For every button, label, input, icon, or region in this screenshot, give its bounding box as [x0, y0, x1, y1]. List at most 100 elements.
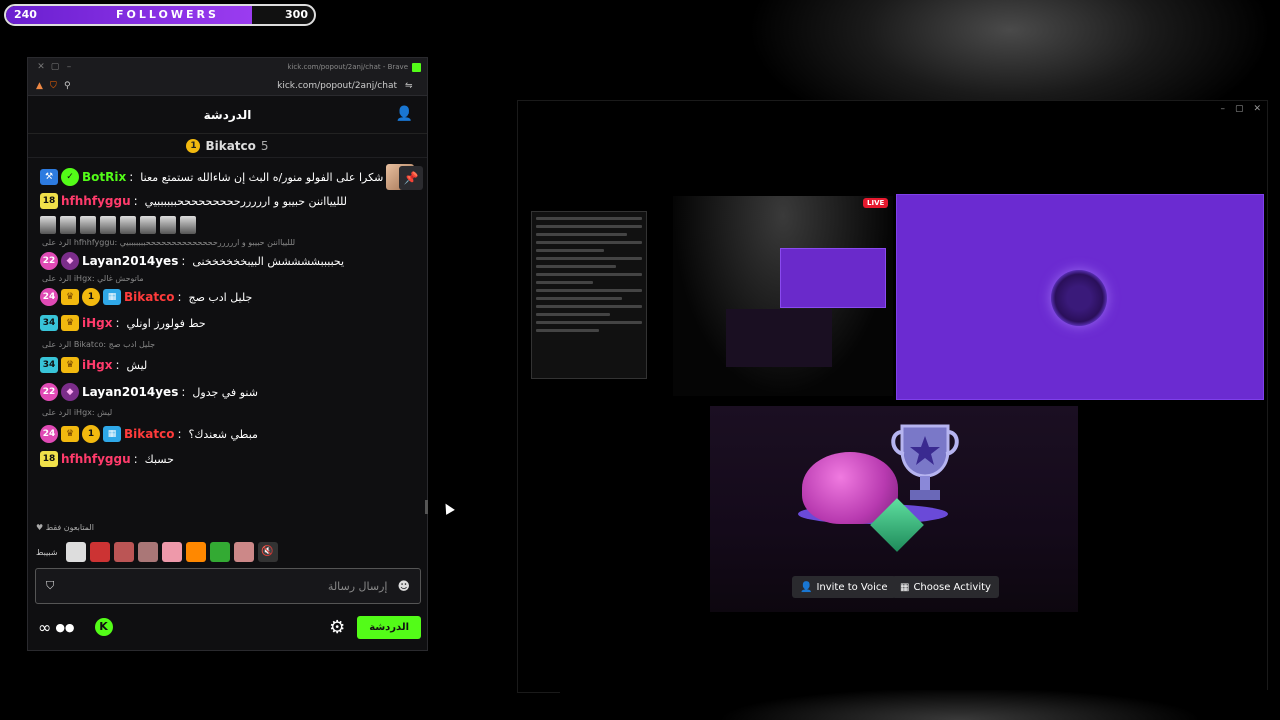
emote-icon[interactable] [161, 542, 182, 562]
infinity-icon[interactable]: ∞ [38, 618, 51, 637]
url-text[interactable]: kick.com/popout/2anj/chat [277, 81, 397, 91]
purple-logo-card [896, 194, 1264, 400]
chat-message[interactable]: 24 ♛ 1 ▦ Bikatco: جليل ادب صج [40, 286, 415, 308]
top-gifter-count: 5 [260, 138, 269, 153]
minimize-icon[interactable]: – [62, 62, 76, 72]
crown-badge-icon: ♛ [61, 357, 79, 373]
chat-input-placeholder: إرسال رسالة [327, 579, 388, 593]
brave-shield-icon[interactable]: ⛉ [50, 81, 64, 91]
maximize-icon[interactable]: ▢ [1235, 104, 1244, 114]
choose-activity-button[interactable]: ▦ Choose Activity [892, 576, 999, 598]
activity-card: 👤 Invite to Voice ▦ Choose Activity [710, 406, 1078, 612]
chat-message[interactable]: ⚒ ✓ BotRix: شكرا على الفولو منور/ه البث … [40, 164, 415, 190]
chat-message[interactable]: 34 ♛ iHgx: حط فولورز اونلي [40, 308, 415, 338]
kick-points-icon[interactable]: K [94, 618, 113, 636]
message-text: يحببببششششش البيبخخخخخخنى [192, 254, 345, 268]
followers-only-label: المتابعون فقط [45, 523, 94, 532]
gem-badge-icon: ◆ [61, 383, 79, 401]
gift-coin-icon: 1 [186, 138, 201, 153]
message-author[interactable]: hfhhfyggu [61, 452, 131, 466]
warning-icon[interactable]: ▲ [36, 81, 50, 91]
message-author[interactable]: Layan2014yes [82, 254, 178, 268]
chat-header: الدردشة 👤 [28, 96, 427, 134]
invite-to-voice-label: Invite to Voice [816, 581, 888, 593]
message-author[interactable]: iHgx [82, 316, 113, 330]
chat-input[interactable]: ⛉ إرسال رسالة ☻ [35, 568, 421, 604]
add-user-icon: 👤 [800, 581, 813, 593]
emote-icon[interactable] [185, 542, 206, 562]
message-author[interactable]: Bikatco [124, 290, 174, 304]
sub-badge: 22 [40, 252, 58, 270]
minimize-icon[interactable]: – [1220, 104, 1225, 114]
address-bar[interactable]: ▲ ⛉ ⚲ kick.com/popout/2anj/chat ⇋ [28, 76, 427, 96]
followers-label: FOLLOWERS [116, 8, 219, 21]
chat-message[interactable]: 18 hfhhfyggu: ﻟﻠﻠﻴﻴﺎاننن حبيبو و ارررررح… [40, 188, 415, 214]
emote-icon [60, 216, 76, 234]
message-text: شكرا على الفولو منور/ه البث إن شاءالله ت… [140, 170, 384, 184]
message-author[interactable]: BotRix [82, 170, 126, 184]
maximize-icon[interactable]: ▢ [48, 62, 62, 72]
sub-badge: 22 [40, 383, 58, 401]
invite-to-voice-button[interactable]: 👤 Invite to Voice [792, 576, 896, 598]
tune-icon[interactable]: ⇋ [405, 81, 419, 91]
chat-message[interactable]: 24 ♛ 1 ▦ Bikatco: مبطي شعندك؟ [40, 420, 415, 448]
gem-badge-icon: ◆ [61, 252, 79, 270]
message-author[interactable]: hfhhfyggu [61, 194, 131, 208]
nested-activity-card [726, 309, 832, 367]
top-gifter[interactable]: 1 Bikatco 5 [28, 134, 427, 158]
shield-icon[interactable]: ⛉ [46, 579, 54, 593]
chat-message[interactable]: 34 ♛ iHgx: ليش [40, 352, 415, 378]
crown-badge-icon: ♛ [61, 315, 79, 331]
emote-icon[interactable] [113, 542, 134, 562]
pin-icon[interactable]: 📌 [399, 166, 423, 190]
message-author[interactable]: iHgx [82, 358, 113, 372]
reply-context: الرد على hfhhfyggu: ﻟﻠﻠﻴﻴﺎاننن حبيبو و ا… [42, 238, 296, 247]
users-icon[interactable]: 👤 [396, 106, 413, 122]
message-text: ليش [126, 358, 148, 372]
mute-icon[interactable]: 🔇 [257, 542, 278, 562]
emote-icon [140, 216, 156, 234]
emoji-icon[interactable]: ☻ [397, 579, 410, 593]
chat-message[interactable]: 22 ◆ Layan2014yes: يحببببششششش البيبخخخخ… [40, 250, 415, 272]
coin-badge-icon: 1 [82, 288, 100, 306]
followers-goal-bar: 240 FOLLOWERS 300 [4, 4, 316, 26]
followers-current: 240 [14, 8, 37, 21]
message-author[interactable]: Layan2014yes [82, 385, 178, 399]
reply-context: الرد على Bikatco: جليل ادب صج [42, 340, 156, 349]
followers-only-notice: ♥ المتابعون فقط [36, 523, 94, 532]
close-icon[interactable]: ✕ [34, 62, 48, 72]
send-chat-button[interactable]: الدردشة [357, 615, 421, 639]
search-icon[interactable]: ⚲ [64, 81, 78, 91]
message-author[interactable]: Bikatco [124, 427, 174, 441]
message-text: حط فولورز اونلي [126, 316, 206, 330]
og-badge-icon: ▦ [103, 426, 121, 442]
apps-icon: ▦ [900, 581, 910, 593]
gear-icon[interactable]: ⚙ [329, 617, 345, 638]
desktop-background: 240 FOLLOWERS 300 ✕ ▢ – kick.com/popout/… [0, 0, 1280, 720]
points-icon[interactable]: ●● [55, 621, 74, 634]
emote-row [40, 214, 415, 236]
emote-bar-label: شبيبط [36, 547, 58, 557]
emote-icon[interactable] [65, 542, 86, 562]
channel-logo-icon [1051, 270, 1107, 326]
message-text: جليل ادب صج [188, 290, 253, 304]
crown-badge-icon: ♛ [61, 289, 79, 305]
chat-messages[interactable]: 📌 ⚒ ✓ BotRix: شكرا على الفولو منور/ه الب… [28, 158, 427, 518]
emote-icon[interactable] [89, 542, 110, 562]
emote-icon[interactable] [137, 542, 158, 562]
chat-message[interactable]: 18 hfhhfyggu: حسبك [40, 448, 415, 470]
emote-icon[interactable] [209, 542, 230, 562]
emote-bar: شبيبط 🔇 [36, 542, 278, 562]
resize-handle[interactable] [425, 500, 428, 514]
chat-message[interactable]: 22 ◆ Layan2014yes: شنو في جدول [40, 378, 415, 406]
emote-icon [80, 216, 96, 234]
chat-popout-window: ✕ ▢ – kick.com/popout/2anj/chat - Brave … [27, 57, 428, 651]
emote-icon[interactable] [233, 542, 254, 562]
close-icon[interactable]: ✕ [1253, 104, 1261, 114]
window-titlebar: ✕ ▢ – kick.com/popout/2anj/chat - Brave [28, 58, 427, 76]
stream-preview-window: – ▢ ✕ LIVE 👤 Invite to Voice ▦ Choose Ac… [517, 100, 1268, 693]
emote-icon [120, 216, 136, 234]
sub-badge: 24 [40, 288, 58, 306]
kick-logo-icon [412, 62, 421, 72]
og-badge-icon: ▦ [103, 289, 121, 305]
